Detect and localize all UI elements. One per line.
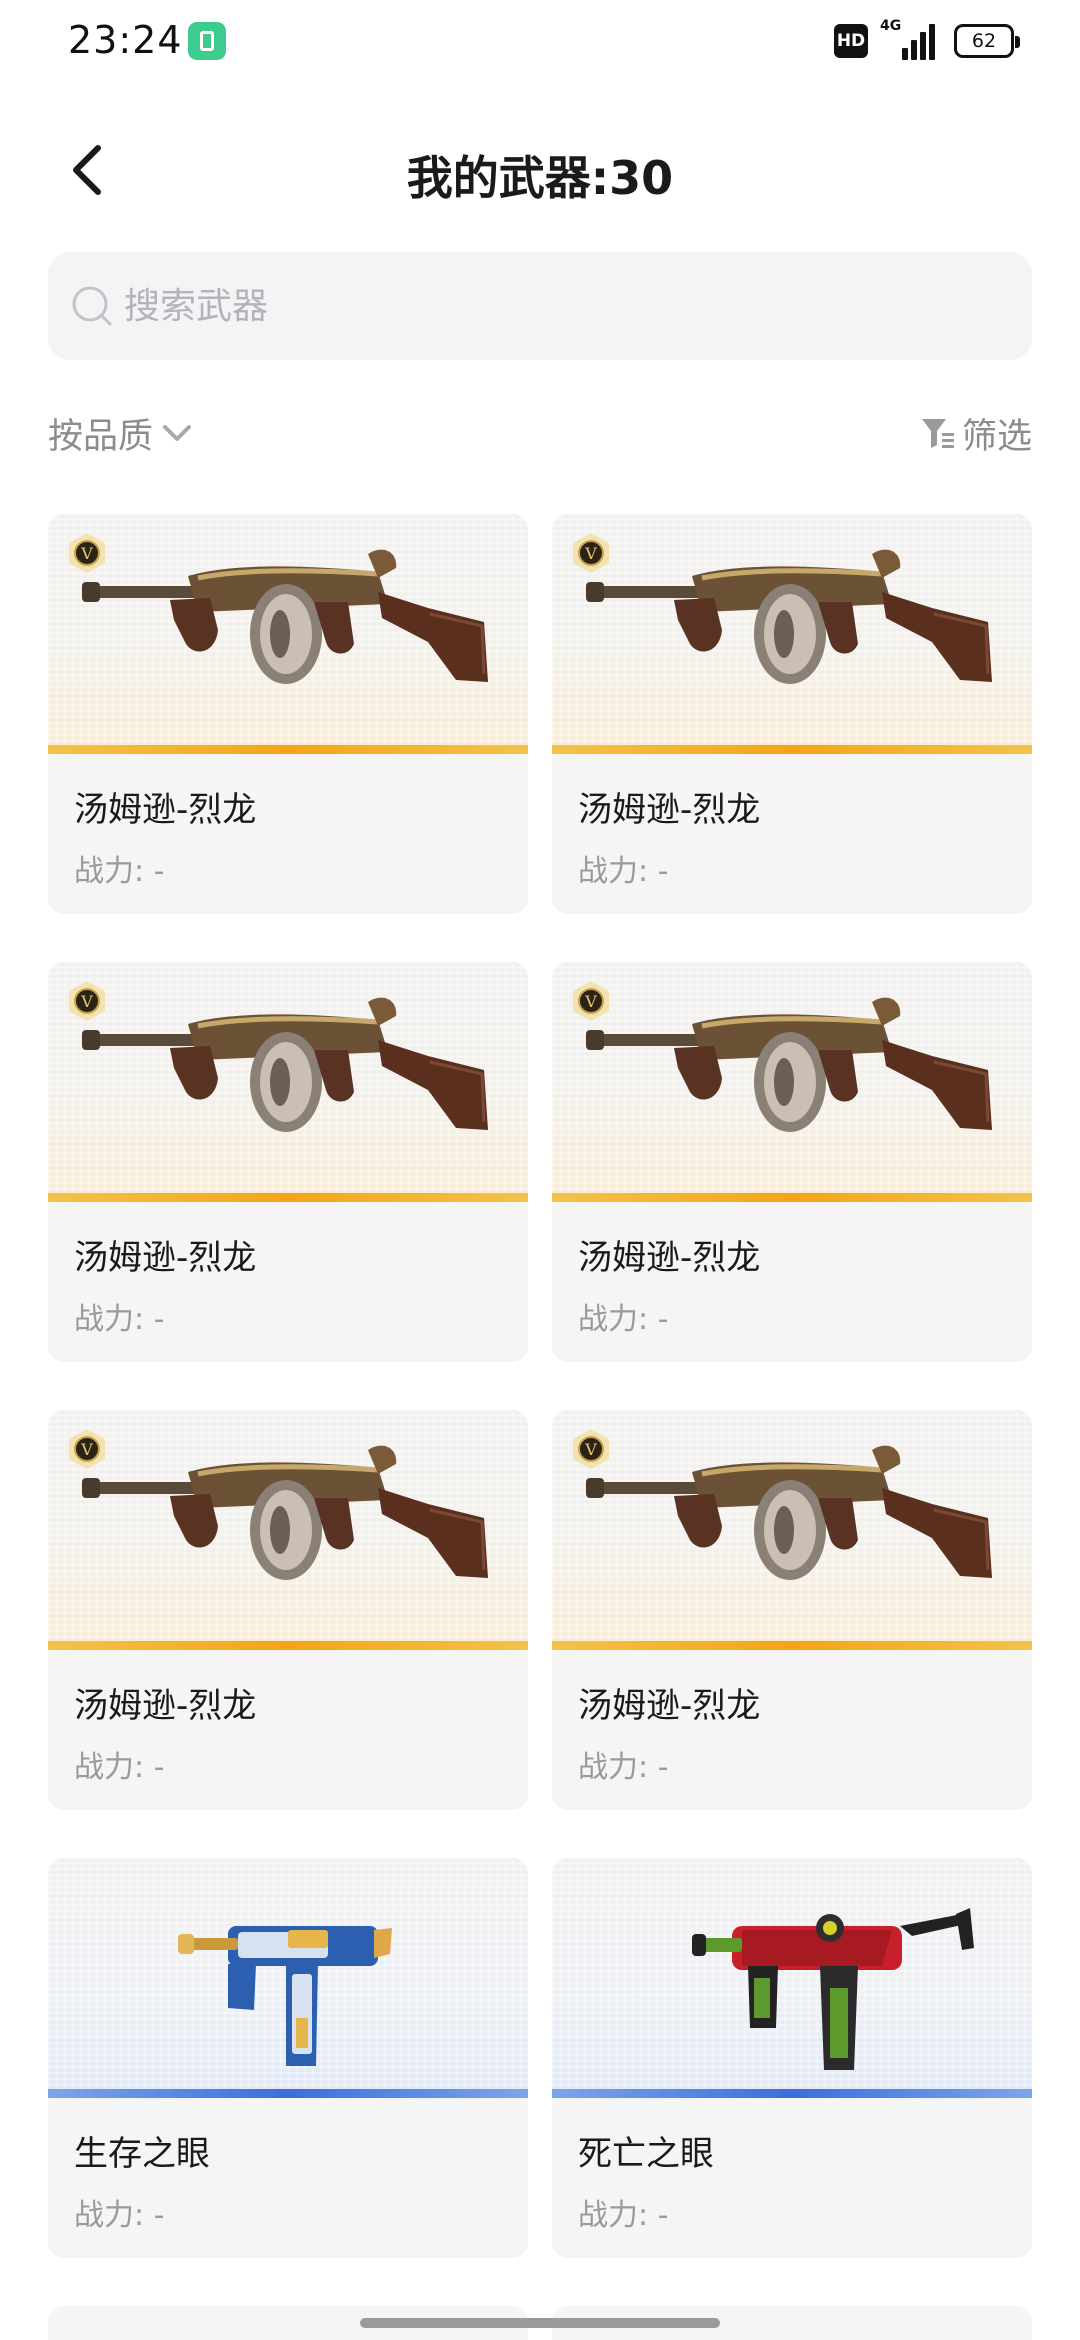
weapon-name: 汤姆逊-烈龙 [74,790,257,830]
search-icon [72,286,112,326]
tommy-gun-icon [586,1445,992,1580]
weapon-power: 战力: - [578,854,669,889]
weapon-power: 战力: - [74,1750,165,1785]
status-time: 23:24 [68,18,183,62]
search-input[interactable] [124,285,984,327]
weapon-image: V [48,514,528,754]
vip-badge-label: V [584,544,597,563]
vip-badge-label: V [584,992,597,1011]
sort-dropdown[interactable]: 按品质 [48,408,195,458]
header: 我的武器:30 [0,120,1080,220]
weapon-name: 汤姆逊-烈龙 [74,1238,257,1278]
rarity-stripe [552,2089,1032,2098]
rarity-stripe [552,745,1032,754]
smg-icon [692,1908,974,2070]
vip-badge-icon: V [69,981,105,1021]
weapon-image [48,1858,528,2098]
vip-badge-label: V [80,992,93,1011]
network-type: 4G [880,18,902,34]
weapon-card[interactable]: V 汤姆逊-烈龙战力: - [48,1410,528,1810]
battery-icon: 62 [954,24,1020,58]
weapon-image [552,1858,1032,2098]
rarity-stripe [48,2089,528,2098]
filter-button[interactable]: 筛选 [920,408,1032,458]
tommy-gun-icon [586,997,992,1132]
weapon-name: 汤姆逊-烈龙 [578,1238,761,1278]
rarity-stripe [48,745,528,754]
search-box[interactable] [48,252,1032,360]
filter-icon [921,419,954,448]
status-bar: 23:24 HD 4G 62 [0,0,1080,84]
vip-badge-icon: V [69,1429,105,1469]
vip-badge-label: V [80,544,93,563]
vip-badge-label: V [584,1440,597,1459]
tommy-gun-icon [586,549,992,684]
vip-badge-icon: V [69,533,105,573]
weapon-power: 战力: - [578,1302,669,1337]
battery-level: 62 [971,30,997,52]
rarity-stripe [552,1641,1032,1650]
smg-icon [178,1926,392,2066]
weapon-image: V [48,962,528,1202]
weapon-card[interactable]: V 汤姆逊-烈龙战力: - [48,514,528,914]
weapon-image: V [552,962,1032,1202]
weapon-card[interactable]: V 汤姆逊-烈龙战力: - [552,962,1032,1362]
filter-label: 筛选 [961,416,1032,457]
weapon-power: 战力: - [74,2198,165,2233]
weapon-name: 汤姆逊-烈龙 [578,790,761,830]
chevron-down-icon [163,425,192,441]
weapon-name: 汤姆逊-烈龙 [578,1686,761,1726]
app-notification-icon [188,22,226,60]
weapon-power: 战力: - [74,854,165,889]
weapon-power: 战力: - [74,1302,165,1337]
rarity-stripe [48,1641,528,1650]
tommy-gun-icon [82,1445,488,1580]
vip-badge-icon: V [573,533,609,573]
home-indicator[interactable] [360,2318,720,2328]
sort-label: 按品质 [48,416,154,457]
weapon-image: V [552,1410,1032,1650]
page-title: 我的武器:30 [406,151,674,205]
weapon-card[interactable]: 死亡之眼战力: - [552,1858,1032,2258]
vip-badge-icon: V [573,981,609,1021]
hd-icon: HD [834,24,868,58]
weapon-card[interactable]: 生存之眼战力: - [48,1858,528,2258]
weapon-power: 战力: - [578,1750,669,1785]
weapon-card[interactable]: V 汤姆逊-烈龙战力: - [552,1410,1032,1810]
weapon-image: V [48,1410,528,1650]
tommy-gun-icon [82,997,488,1132]
weapon-power: 战力: - [578,2198,669,2233]
weapon-image: V [552,514,1032,754]
weapon-name: 汤姆逊-烈龙 [74,1686,257,1726]
vip-badge-label: V [80,1440,93,1459]
weapon-card[interactable]: V 汤姆逊-烈龙战力: - [48,962,528,1362]
weapon-card[interactable]: V 汤姆逊-烈龙战力: - [552,514,1032,914]
tommy-gun-icon [82,549,488,684]
rarity-stripe [552,1193,1032,1202]
rarity-stripe [48,1193,528,1202]
vip-badge-icon: V [573,1429,609,1469]
weapon-name: 死亡之眼 [578,2134,714,2174]
weapon-name: 生存之眼 [74,2134,210,2174]
signal-icon: 4G [880,18,940,60]
weapon-grid: V 汤姆逊-烈龙 战力: - V 汤姆逊-烈龙 战力: - V 汤姆逊-烈龙 战… [48,514,1032,2340]
